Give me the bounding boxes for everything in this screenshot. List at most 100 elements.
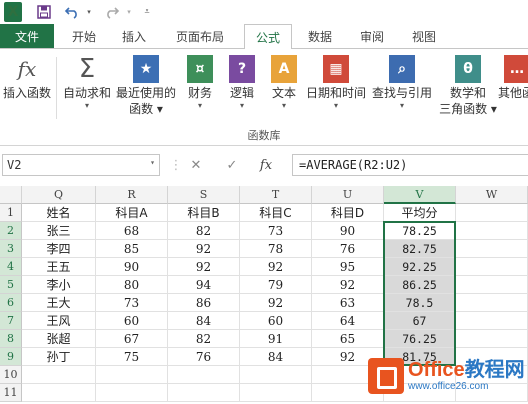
empty-cell[interactable] <box>22 384 96 402</box>
empty-cell[interactable] <box>240 366 312 384</box>
table-cell[interactable]: 76 <box>312 240 384 258</box>
average-cell[interactable]: 86.25 <box>384 276 456 294</box>
table-cell[interactable]: 张三 <box>22 222 96 240</box>
header-cell[interactable]: 姓名 <box>22 204 96 222</box>
tab-view[interactable]: 视图 <box>402 24 446 48</box>
table-cell[interactable]: 75 <box>96 348 168 366</box>
select-all-corner[interactable] <box>0 186 22 204</box>
table-cell[interactable]: 92 <box>168 240 240 258</box>
recently-used-button[interactable]: ★ 最近使用的 函数 ▾ <box>114 55 178 117</box>
table-cell[interactable]: 76 <box>168 348 240 366</box>
table-cell[interactable]: 李小 <box>22 276 96 294</box>
row-header-5[interactable]: 5 <box>0 276 22 294</box>
average-cell[interactable]: 82.75 <box>384 240 456 258</box>
autosum-button[interactable]: Σ 自动求和 ▾ <box>62 54 112 111</box>
table-cell[interactable]: 82 <box>168 330 240 348</box>
column-header-t[interactable]: T <box>240 186 312 204</box>
formula-input[interactable]: =AVERAGE(R2:U2) <box>292 154 528 176</box>
text-button[interactable]: A 文本 ▾ <box>266 55 302 111</box>
name-box-dropdown-icon[interactable]: ▾ <box>150 158 155 167</box>
table-cell[interactable]: 73 <box>96 294 168 312</box>
table-cell[interactable]: 67 <box>96 330 168 348</box>
empty-cell[interactable] <box>456 222 528 240</box>
row-header-8[interactable]: 8 <box>0 330 22 348</box>
tab-page-layout[interactable]: 页面布局 <box>164 24 236 48</box>
undo-icon[interactable] <box>62 2 82 22</box>
tab-data[interactable]: 数据 <box>298 24 342 48</box>
empty-cell[interactable] <box>456 312 528 330</box>
tab-home[interactable]: 开始 <box>62 24 106 48</box>
table-cell[interactable]: 80 <box>96 276 168 294</box>
average-cell[interactable]: 78.25 <box>384 222 456 240</box>
average-cell[interactable]: 76.25 <box>384 330 456 348</box>
row-header-10[interactable]: 10 <box>0 366 22 384</box>
table-cell[interactable]: 李四 <box>22 240 96 258</box>
column-header-u[interactable]: U <box>312 186 384 204</box>
table-cell[interactable]: 92 <box>240 294 312 312</box>
tab-file[interactable]: 文件 <box>0 24 54 48</box>
table-cell[interactable]: 95 <box>312 258 384 276</box>
table-cell[interactable]: 68 <box>96 222 168 240</box>
lookup-reference-button[interactable]: ⌕ 查找与引用 ▾ <box>370 55 434 111</box>
tab-insert[interactable]: 插入 <box>112 24 156 48</box>
table-cell[interactable]: 79 <box>240 276 312 294</box>
tab-review[interactable]: 审阅 <box>350 24 394 48</box>
empty-cell[interactable] <box>22 366 96 384</box>
table-cell[interactable]: 92 <box>312 276 384 294</box>
column-header-w[interactable]: W <box>456 186 528 204</box>
table-cell[interactable]: 64 <box>312 312 384 330</box>
enter-icon[interactable]: ✓ <box>222 156 242 174</box>
column-header-r[interactable]: R <box>96 186 168 204</box>
logical-button[interactable]: ? 逻辑 ▾ <box>224 55 260 111</box>
header-cell[interactable]: 科目B <box>168 204 240 222</box>
table-cell[interactable]: 王大 <box>22 294 96 312</box>
header-cell[interactable]: 科目A <box>96 204 168 222</box>
redo-icon[interactable] <box>102 2 122 22</box>
table-cell[interactable]: 82 <box>168 222 240 240</box>
row-header-4[interactable]: 4 <box>0 258 22 276</box>
save-icon[interactable] <box>34 2 54 22</box>
table-cell[interactable]: 60 <box>240 312 312 330</box>
table-cell[interactable]: 90 <box>96 258 168 276</box>
empty-cell[interactable] <box>96 384 168 402</box>
table-cell[interactable]: 92 <box>240 258 312 276</box>
average-cell[interactable]: 78.5 <box>384 294 456 312</box>
table-cell[interactable]: 张超 <box>22 330 96 348</box>
row-header-3[interactable]: 3 <box>0 240 22 258</box>
table-cell[interactable]: 86 <box>168 294 240 312</box>
row-header-6[interactable]: 6 <box>0 294 22 312</box>
empty-cell[interactable] <box>456 204 528 222</box>
insert-function-button[interactable]: fx 插入函数 <box>2 55 52 101</box>
empty-cell[interactable] <box>456 240 528 258</box>
table-cell[interactable]: 73 <box>240 222 312 240</box>
column-header-s[interactable]: S <box>168 186 240 204</box>
header-cell[interactable]: 科目D <box>312 204 384 222</box>
table-cell[interactable]: 65 <box>312 330 384 348</box>
row-header-7[interactable]: 7 <box>0 312 22 330</box>
date-time-button[interactable]: ▦ 日期和时间 ▾ <box>304 55 368 111</box>
more-functions-button[interactable]: … 其他函 <box>498 55 528 101</box>
row-header-11[interactable]: 11 <box>0 384 22 402</box>
cancel-icon[interactable]: ✕ <box>186 156 206 174</box>
table-cell[interactable]: 84 <box>240 348 312 366</box>
insert-function-icon[interactable]: fx <box>256 156 276 174</box>
customize-icon[interactable]: ⩡ <box>140 2 154 22</box>
table-cell[interactable]: 85 <box>96 240 168 258</box>
table-cell[interactable]: 78 <box>240 240 312 258</box>
table-cell[interactable]: 92 <box>168 258 240 276</box>
redo-dropdown-icon[interactable]: ▾ <box>124 2 134 22</box>
average-cell[interactable]: 67 <box>384 312 456 330</box>
name-box[interactable]: V2 ▾ <box>2 154 160 176</box>
empty-cell[interactable] <box>456 276 528 294</box>
empty-cell[interactable] <box>168 384 240 402</box>
empty-cell[interactable] <box>168 366 240 384</box>
undo-dropdown-icon[interactable]: ▾ <box>84 2 94 22</box>
table-cell[interactable]: 84 <box>168 312 240 330</box>
table-cell[interactable]: 王风 <box>22 312 96 330</box>
financial-button[interactable]: ¤ 财务 ▾ <box>182 55 218 111</box>
empty-cell[interactable] <box>240 384 312 402</box>
table-cell[interactable]: 63 <box>312 294 384 312</box>
empty-cell[interactable] <box>456 294 528 312</box>
tab-formulas[interactable]: 公式 <box>244 24 292 49</box>
table-cell[interactable]: 60 <box>96 312 168 330</box>
